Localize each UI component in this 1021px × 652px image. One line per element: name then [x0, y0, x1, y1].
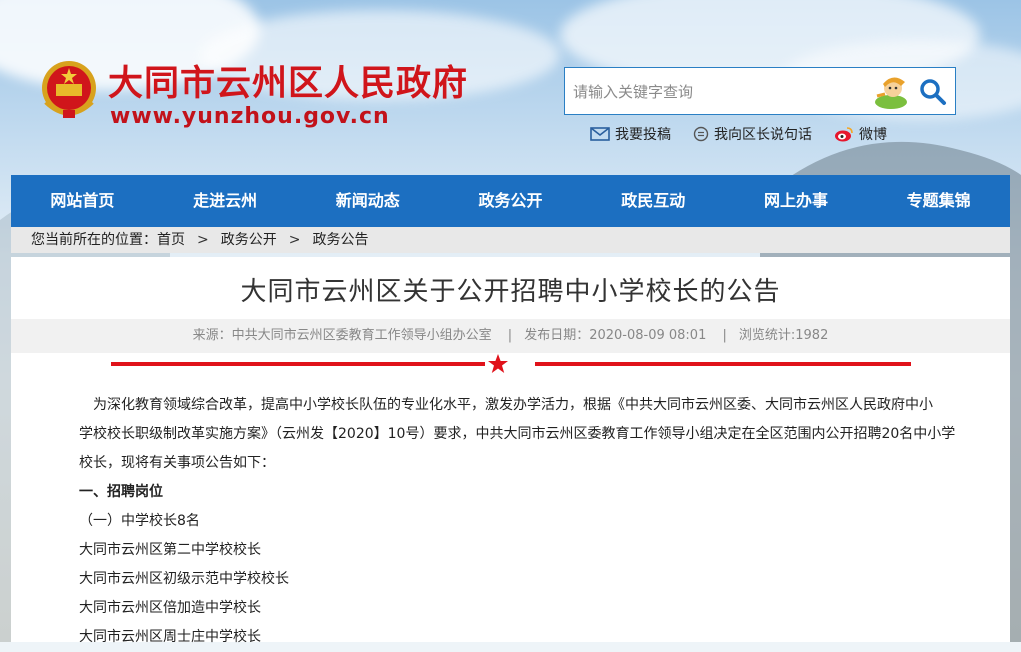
paragraph-line: 学校校长职级制改革实施方案》（云州发【2020】10号）要求，中共大同市云州区委… — [79, 426, 956, 442]
breadcrumb-announcements[interactable]: 政务公告 — [312, 232, 368, 248]
article-source: 来源：中共大同市云州区委教育工作领导小组办公室 — [192, 328, 492, 343]
nav-topics[interactable]: 专题集锦 — [867, 175, 1010, 227]
subsection-heading: （一）中学校长8名 — [79, 513, 200, 529]
weibo-link[interactable]: 微博 — [834, 124, 887, 144]
breadcrumb-separator: > — [288, 232, 301, 248]
quick-link-label: 我要投稿 — [615, 127, 671, 143]
meta-separator: | — [507, 328, 513, 343]
breadcrumb-prefix: 您当前所在的位置： — [31, 232, 157, 248]
quick-links: 我要投稿 我向区长说句话 微博 — [590, 124, 909, 144]
search-input[interactable] — [571, 78, 865, 106]
nav-online-services[interactable]: 网上办事 — [725, 175, 868, 227]
article-body: 为深化教育领域综合改革，提高中小学校长队伍的专业化水平，激发办学活力，根据《中共… — [79, 391, 965, 652]
article: 大同市云州区关于公开招聘中小学校长的公告 来源：中共大同市云州区委教育工作领导小… — [11, 257, 1010, 645]
search-icon[interactable] — [917, 76, 947, 106]
paragraph-line: 为深化教育领域综合改革，提高中小学校长队伍的专业化水平，激发办学活力，根据《中共… — [93, 397, 933, 413]
mail-icon — [590, 127, 610, 141]
position-item: 大同市云州区第二中学校校长 — [79, 542, 261, 558]
title-divider-right — [535, 362, 911, 366]
article-meta: 来源：中共大同市云州区委教育工作领导小组办公室 | 发布日期：2020-08-09… — [11, 319, 1010, 353]
main-nav: 网站首页 走进云州 新闻动态 政务公开 政民互动 网上办事 专题集锦 — [11, 175, 1010, 227]
title-divider-left — [111, 362, 485, 366]
breadcrumb-gov-affairs[interactable]: 政务公开 — [221, 232, 277, 248]
site-title: 大同市云州区人民政府 — [108, 64, 469, 104]
position-item: 大同市云州区倍加造中学校长 — [79, 600, 261, 616]
nav-interaction[interactable]: 政民互动 — [582, 175, 725, 227]
breadcrumb-home[interactable]: 首页 — [157, 232, 185, 248]
national-emblem-icon — [42, 61, 96, 118]
message-to-district-head-link[interactable]: 我向区长说句话 — [693, 124, 812, 144]
article-date: 发布日期：2020-08-09 08:01 — [524, 328, 707, 343]
search-box — [564, 67, 956, 115]
mascot-icon — [875, 77, 907, 109]
position-item: 大同市云州区初级示范中学校校长 — [79, 571, 289, 587]
breadcrumb-separator: > — [197, 232, 209, 248]
weibo-icon — [835, 127, 853, 142]
submit-article-link[interactable]: 我要投稿 — [590, 124, 671, 144]
nav-about[interactable]: 走进云州 — [154, 175, 297, 227]
article-title: 大同市云州区关于公开招聘中小学校长的公告 — [240, 277, 781, 307]
quick-link-label: 微博 — [859, 127, 887, 143]
quick-link-label: 我向区长说句话 — [714, 127, 812, 143]
meta-separator: | — [722, 328, 727, 343]
paragraph-line: 校长，现将有关事项公告如下： — [79, 455, 275, 471]
section-heading: 一、招聘岗位 — [79, 484, 163, 500]
article-views: 浏览统计:1982 — [738, 328, 829, 343]
position-item: 大同市云州区周士庄中学校长 — [79, 629, 261, 645]
nav-gov-affairs[interactable]: 政务公开 — [439, 175, 582, 227]
chat-icon — [693, 126, 709, 142]
breadcrumb: 您当前所在的位置：首页 > 政务公开 > 政务公告 — [11, 227, 1010, 253]
star-icon — [488, 354, 508, 373]
nav-news[interactable]: 新闻动态 — [296, 175, 439, 227]
nav-home[interactable]: 网站首页 — [11, 175, 154, 227]
site-url: www.yunzhou.gov.cn — [110, 104, 390, 129]
